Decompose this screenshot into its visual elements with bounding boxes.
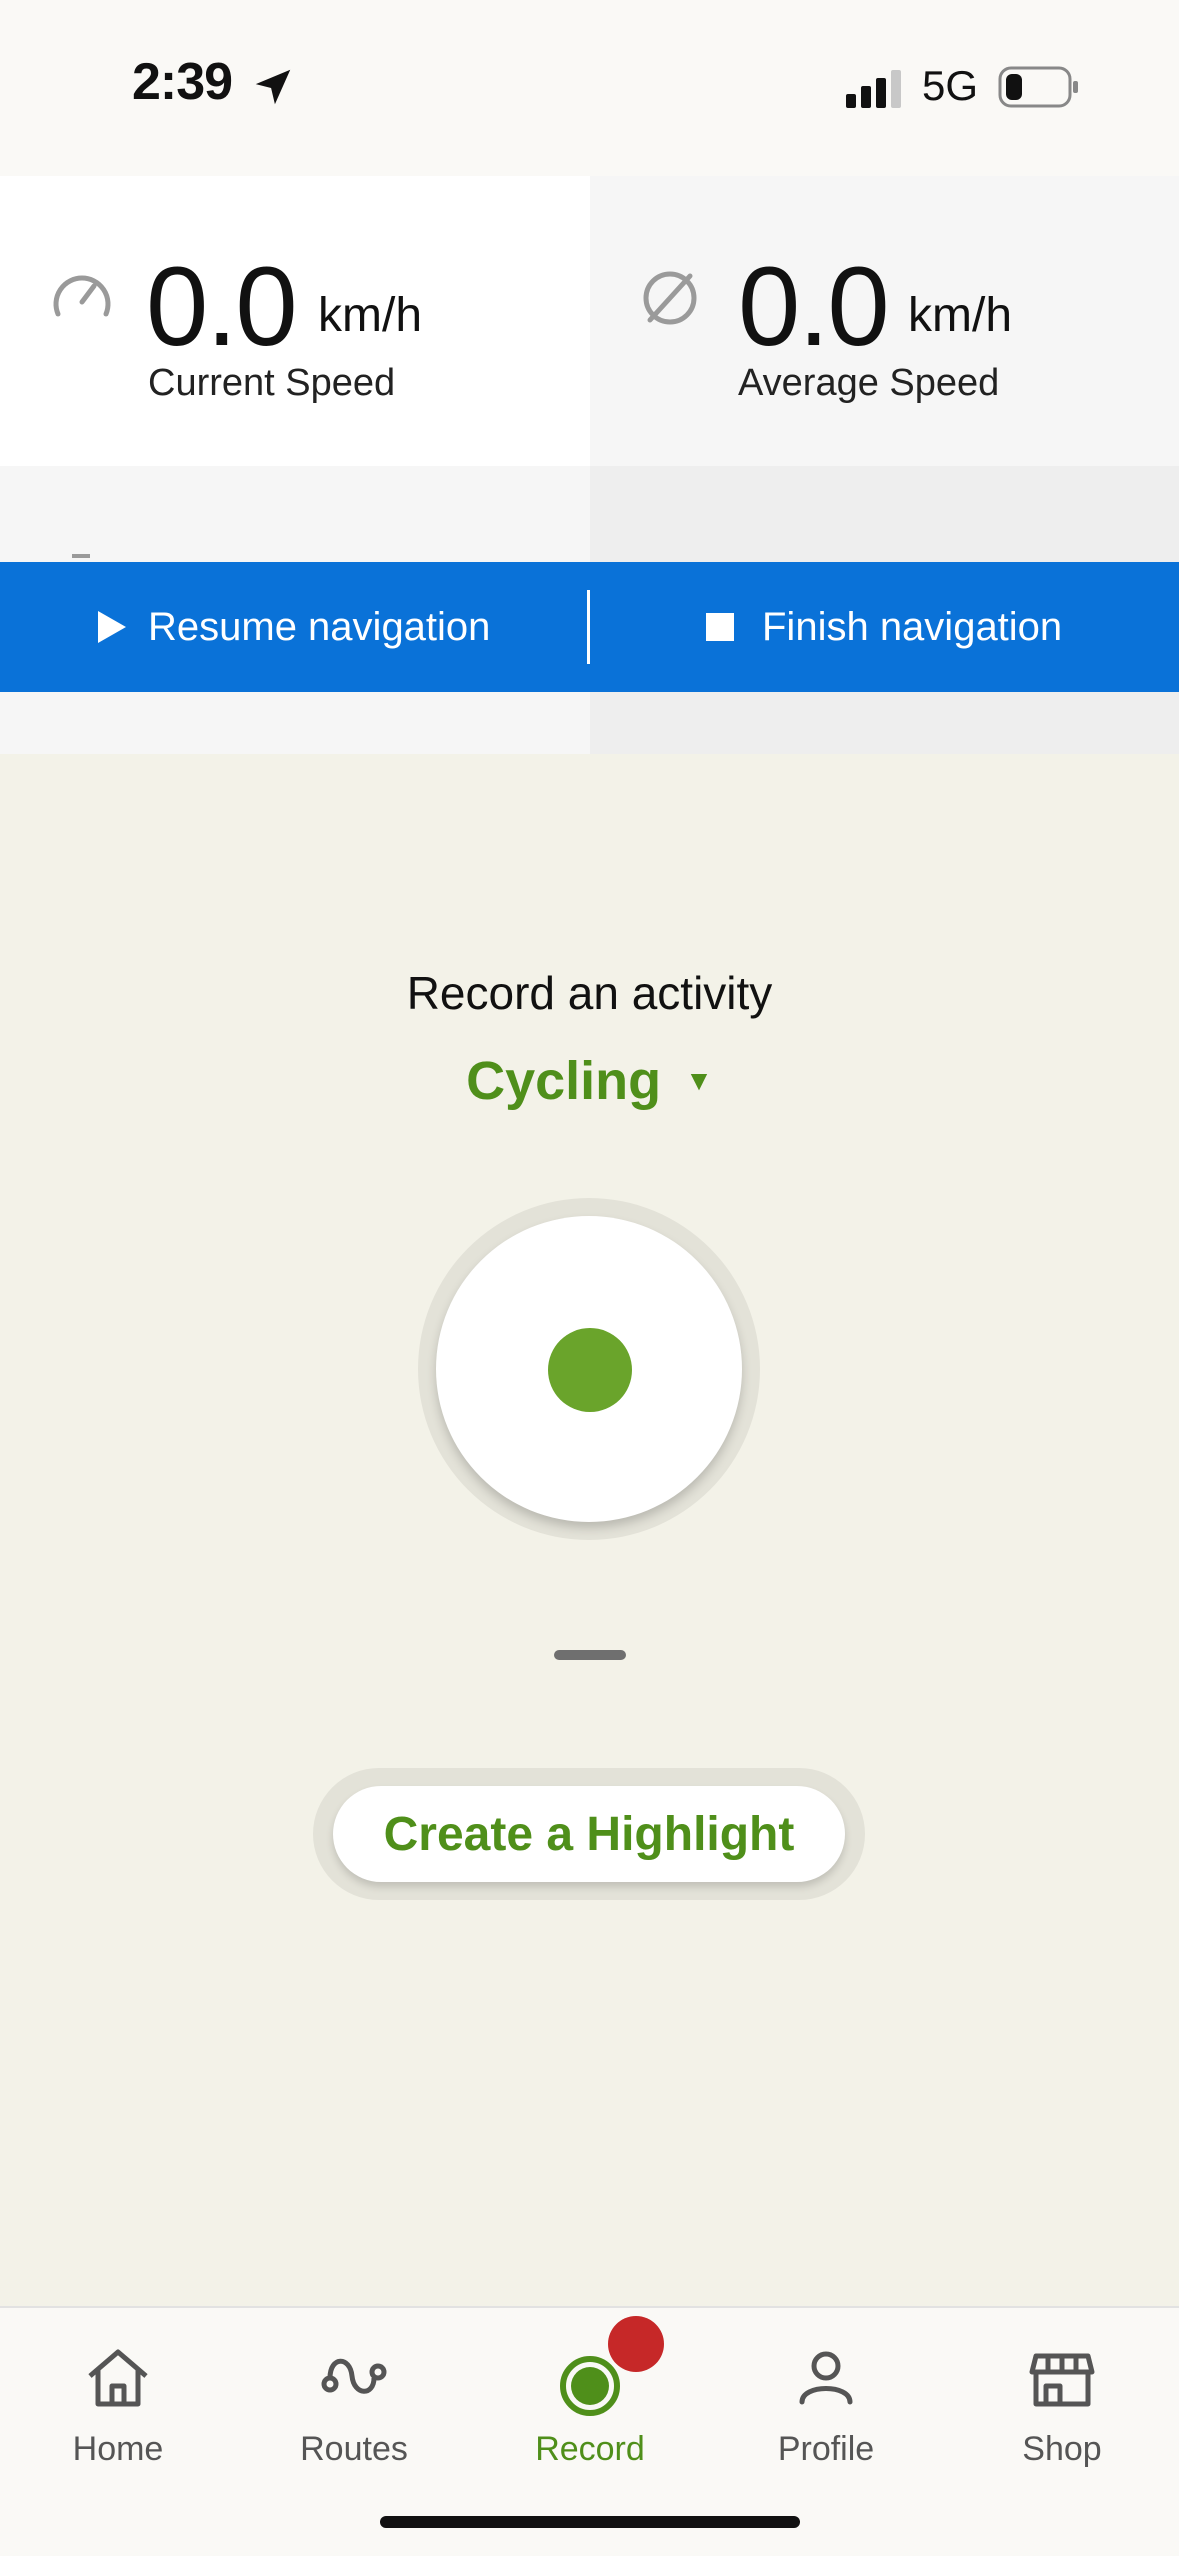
record-dot-icon [548, 1328, 632, 1412]
resume-navigation-label: Resume navigation [148, 604, 491, 649]
tab-routes-label: Routes [300, 2430, 408, 2468]
home-icon [88, 2349, 148, 2407]
tab-routes[interactable]: Routes [236, 2308, 472, 2498]
play-icon [98, 611, 126, 643]
average-speed-label: Average Speed [738, 362, 1000, 404]
chevron-down-icon: ▼ [685, 1065, 713, 1096]
resume-navigation-button[interactable]: Resume navigation [98, 562, 490, 692]
sheet-drag-handle[interactable] [554, 1650, 626, 1660]
current-speed-label: Current Speed [148, 362, 396, 404]
tab-record-label: Record [535, 2430, 645, 2468]
tab-record[interactable]: Record [472, 2308, 708, 2498]
signal-icon [846, 70, 901, 108]
tab-shop[interactable]: Shop [944, 2308, 1179, 2498]
tab-profile-label: Profile [777, 2430, 875, 2468]
average-speed-unit: km/h [908, 289, 1013, 342]
profile-icon [799, 2351, 853, 2405]
location-arrow-icon [255, 69, 291, 105]
status-bar: 2:39 5G [0, 0, 1179, 176]
tab-home-label: Home [72, 2430, 164, 2468]
average-icon [643, 271, 697, 325]
tab-home[interactable]: Home [0, 2308, 236, 2498]
map-band-below-left [0, 692, 590, 754]
average-speed-value: 0.0 [738, 244, 890, 369]
current-speed-value: 0.0 [146, 244, 298, 369]
stop-icon [706, 613, 734, 641]
create-highlight-button[interactable]: Create a Highlight [333, 1786, 845, 1882]
status-time: 2:39 [132, 53, 233, 111]
navigation-bar: Resume navigation Finish navigation [0, 562, 1179, 692]
battery-icon [998, 66, 1078, 108]
map-band-right [590, 466, 1179, 562]
tab-shop-label: Shop [1022, 2430, 1102, 2468]
map-band-below-right [590, 692, 1179, 754]
current-speed-unit: km/h [318, 289, 423, 342]
shop-icon [1029, 2353, 1095, 2407]
scale-tick [72, 554, 90, 558]
routes-icon [321, 2358, 387, 2394]
map-band-left [0, 466, 590, 562]
network-type: 5G [922, 62, 979, 109]
current-speed-panel: 0.0 km/h Current Speed [0, 176, 590, 466]
activity-type-label: Cycling [466, 1051, 662, 1111]
tab-profile[interactable]: Profile [708, 2308, 944, 2498]
recording-badge-icon [608, 2316, 664, 2372]
app-screen: 2:39 5G 0.0 km/h Current Speed 0.0 km/h … [0, 0, 1179, 2556]
activity-type-selector[interactable]: Cycling ▼ [0, 1050, 1179, 1112]
speedometer-icon [53, 275, 111, 317]
nav-divider [587, 590, 590, 664]
record-heading: Record an activity [406, 967, 773, 1019]
finish-navigation-button[interactable]: Finish navigation [706, 562, 1062, 692]
finish-navigation-label: Finish navigation [762, 604, 1063, 649]
home-indicator[interactable] [380, 2516, 800, 2528]
